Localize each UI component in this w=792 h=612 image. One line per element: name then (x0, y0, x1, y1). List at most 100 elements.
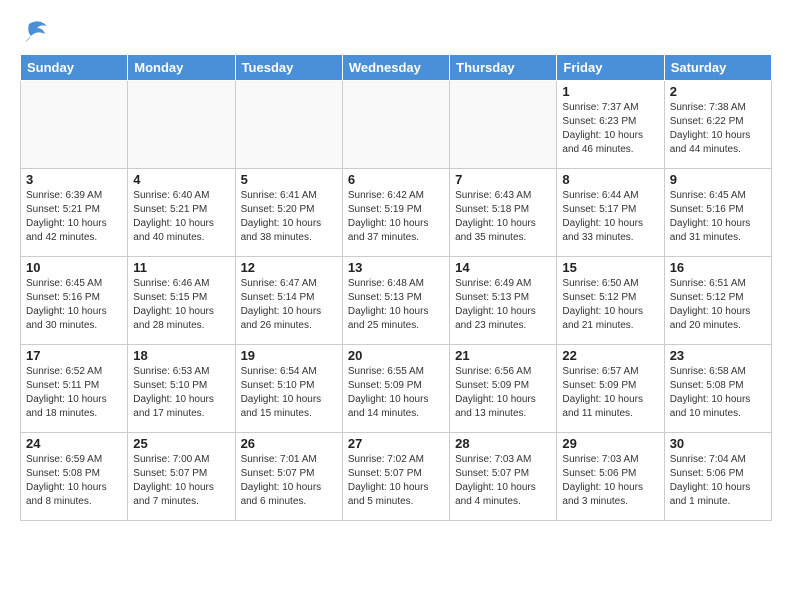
day-number: 9 (670, 172, 766, 187)
day-info: Sunrise: 6:56 AM Sunset: 5:09 PM Dayligh… (455, 365, 551, 421)
day-info: Sunrise: 6:55 AM Sunset: 5:09 PM Dayligh… (348, 365, 444, 421)
day-number: 8 (562, 172, 658, 187)
day-info: Sunrise: 6:49 AM Sunset: 5:13 PM Dayligh… (455, 277, 551, 333)
day-info: Sunrise: 6:50 AM Sunset: 5:12 PM Dayligh… (562, 277, 658, 333)
day-info: Sunrise: 7:38 AM Sunset: 6:22 PM Dayligh… (670, 101, 766, 157)
day-number: 24 (26, 436, 122, 451)
day-info: Sunrise: 7:01 AM Sunset: 5:07 PM Dayligh… (241, 453, 337, 509)
day-number: 28 (455, 436, 551, 451)
day-info: Sunrise: 6:41 AM Sunset: 5:20 PM Dayligh… (241, 189, 337, 245)
day-number: 25 (133, 436, 229, 451)
calendar-cell: 27 Sunrise: 7:02 AM Sunset: 5:07 PM Dayli… (342, 433, 449, 521)
calendar-cell: 22 Sunrise: 6:57 AM Sunset: 5:09 PM Dayli… (557, 345, 664, 433)
day-number: 29 (562, 436, 658, 451)
day-info: Sunrise: 6:45 AM Sunset: 5:16 PM Dayligh… (670, 189, 766, 245)
calendar-cell (450, 81, 557, 169)
calendar-cell: 9 Sunrise: 6:45 AM Sunset: 5:16 PM Daylig… (664, 169, 771, 257)
day-number: 1 (562, 84, 658, 99)
calendar-cell (235, 81, 342, 169)
day-number: 16 (670, 260, 766, 275)
calendar-cell: 23 Sunrise: 6:58 AM Sunset: 5:08 PM Dayli… (664, 345, 771, 433)
calendar-cell: 1 Sunrise: 7:37 AM Sunset: 6:23 PM Daylig… (557, 81, 664, 169)
day-info: Sunrise: 6:42 AM Sunset: 5:19 PM Dayligh… (348, 189, 444, 245)
day-info: Sunrise: 6:59 AM Sunset: 5:08 PM Dayligh… (26, 453, 122, 509)
calendar-cell: 28 Sunrise: 7:03 AM Sunset: 5:07 PM Dayli… (450, 433, 557, 521)
calendar-cell: 4 Sunrise: 6:40 AM Sunset: 5:21 PM Daylig… (128, 169, 235, 257)
calendar-cell: 16 Sunrise: 6:51 AM Sunset: 5:12 PM Dayli… (664, 257, 771, 345)
day-number: 12 (241, 260, 337, 275)
day-info: Sunrise: 6:45 AM Sunset: 5:16 PM Dayligh… (26, 277, 122, 333)
day-number: 27 (348, 436, 444, 451)
calendar-cell (21, 81, 128, 169)
calendar-cell: 6 Sunrise: 6:42 AM Sunset: 5:19 PM Daylig… (342, 169, 449, 257)
calendar-week-row: 24 Sunrise: 6:59 AM Sunset: 5:08 PM Dayli… (21, 433, 772, 521)
day-info: Sunrise: 6:47 AM Sunset: 5:14 PM Dayligh… (241, 277, 337, 333)
header (20, 16, 772, 44)
calendar-header-row: SundayMondayTuesdayWednesdayThursdayFrid… (21, 55, 772, 81)
calendar-cell: 18 Sunrise: 6:53 AM Sunset: 5:10 PM Dayli… (128, 345, 235, 433)
logo-bird-icon (21, 18, 51, 46)
day-info: Sunrise: 7:03 AM Sunset: 5:07 PM Dayligh… (455, 453, 551, 509)
day-number: 22 (562, 348, 658, 363)
calendar-cell (128, 81, 235, 169)
calendar-cell: 3 Sunrise: 6:39 AM Sunset: 5:21 PM Daylig… (21, 169, 128, 257)
calendar-cell: 29Sunrise: 7:03 AM Sunset: 5:06 PM Dayli… (557, 433, 664, 521)
day-number: 13 (348, 260, 444, 275)
calendar-cell: 25 Sunrise: 7:00 AM Sunset: 5:07 PM Dayli… (128, 433, 235, 521)
weekday-header: Thursday (450, 55, 557, 81)
day-info: Sunrise: 6:51 AM Sunset: 5:12 PM Dayligh… (670, 277, 766, 333)
logo (20, 20, 51, 44)
day-info: Sunrise: 6:46 AM Sunset: 5:15 PM Dayligh… (133, 277, 229, 333)
day-info: Sunrise: 7:37 AM Sunset: 6:23 PM Dayligh… (562, 101, 658, 157)
day-number: 6 (348, 172, 444, 187)
day-info: Sunrise: 6:48 AM Sunset: 5:13 PM Dayligh… (348, 277, 444, 333)
day-number: 19 (241, 348, 337, 363)
day-info: Sunrise: 6:58 AM Sunset: 5:08 PM Dayligh… (670, 365, 766, 421)
day-info: Sunrise: 6:52 AM Sunset: 5:11 PM Dayligh… (26, 365, 122, 421)
day-info: Sunrise: 7:00 AM Sunset: 5:07 PM Dayligh… (133, 453, 229, 509)
day-number: 10 (26, 260, 122, 275)
day-info: Sunrise: 6:53 AM Sunset: 5:10 PM Dayligh… (133, 365, 229, 421)
day-number: 26 (241, 436, 337, 451)
day-number: 18 (133, 348, 229, 363)
day-info: Sunrise: 6:57 AM Sunset: 5:09 PM Dayligh… (562, 365, 658, 421)
calendar-cell: 19 Sunrise: 6:54 AM Sunset: 5:10 PM Dayli… (235, 345, 342, 433)
calendar-table: SundayMondayTuesdayWednesdayThursdayFrid… (20, 54, 772, 521)
weekday-header: Saturday (664, 55, 771, 81)
day-number: 11 (133, 260, 229, 275)
day-info: Sunrise: 6:54 AM Sunset: 5:10 PM Dayligh… (241, 365, 337, 421)
weekday-header: Sunday (21, 55, 128, 81)
day-number: 7 (455, 172, 551, 187)
calendar-cell: 20Sunrise: 6:55 AM Sunset: 5:09 PM Dayli… (342, 345, 449, 433)
calendar-cell (342, 81, 449, 169)
day-info: Sunrise: 7:02 AM Sunset: 5:07 PM Dayligh… (348, 453, 444, 509)
weekday-header: Monday (128, 55, 235, 81)
day-info: Sunrise: 7:04 AM Sunset: 5:06 PM Dayligh… (670, 453, 766, 509)
calendar-cell: 5Sunrise: 6:41 AM Sunset: 5:20 PM Daylig… (235, 169, 342, 257)
calendar-cell: 17Sunrise: 6:52 AM Sunset: 5:11 PM Dayli… (21, 345, 128, 433)
calendar-cell: 14 Sunrise: 6:49 AM Sunset: 5:13 PM Dayli… (450, 257, 557, 345)
calendar-week-row: 1 Sunrise: 7:37 AM Sunset: 6:23 PM Daylig… (21, 81, 772, 169)
calendar-week-row: 3 Sunrise: 6:39 AM Sunset: 5:21 PM Daylig… (21, 169, 772, 257)
calendar-cell: 11 Sunrise: 6:46 AM Sunset: 5:15 PM Dayli… (128, 257, 235, 345)
calendar-cell: 13 Sunrise: 6:48 AM Sunset: 5:13 PM Dayli… (342, 257, 449, 345)
day-number: 4 (133, 172, 229, 187)
calendar-cell: 30 Sunrise: 7:04 AM Sunset: 5:06 PM Dayli… (664, 433, 771, 521)
day-number: 21 (455, 348, 551, 363)
weekday-header: Wednesday (342, 55, 449, 81)
calendar-cell: 21 Sunrise: 6:56 AM Sunset: 5:09 PM Dayli… (450, 345, 557, 433)
day-info: Sunrise: 6:39 AM Sunset: 5:21 PM Dayligh… (26, 189, 122, 245)
calendar-cell: 7Sunrise: 6:43 AM Sunset: 5:18 PM Daylig… (450, 169, 557, 257)
page-container: SundayMondayTuesdayWednesdayThursdayFrid… (0, 0, 792, 531)
day-number: 30 (670, 436, 766, 451)
calendar-cell: 2 Sunrise: 7:38 AM Sunset: 6:22 PM Daylig… (664, 81, 771, 169)
day-info: Sunrise: 6:40 AM Sunset: 5:21 PM Dayligh… (133, 189, 229, 245)
day-number: 3 (26, 172, 122, 187)
day-number: 14 (455, 260, 551, 275)
day-number: 23 (670, 348, 766, 363)
calendar-cell: 10 Sunrise: 6:45 AM Sunset: 5:16 PM Dayli… (21, 257, 128, 345)
day-number: 2 (670, 84, 766, 99)
calendar-cell: 8 Sunrise: 6:44 AM Sunset: 5:17 PM Daylig… (557, 169, 664, 257)
day-info: Sunrise: 6:44 AM Sunset: 5:17 PM Dayligh… (562, 189, 658, 245)
calendar-cell: 15Sunrise: 6:50 AM Sunset: 5:12 PM Dayli… (557, 257, 664, 345)
